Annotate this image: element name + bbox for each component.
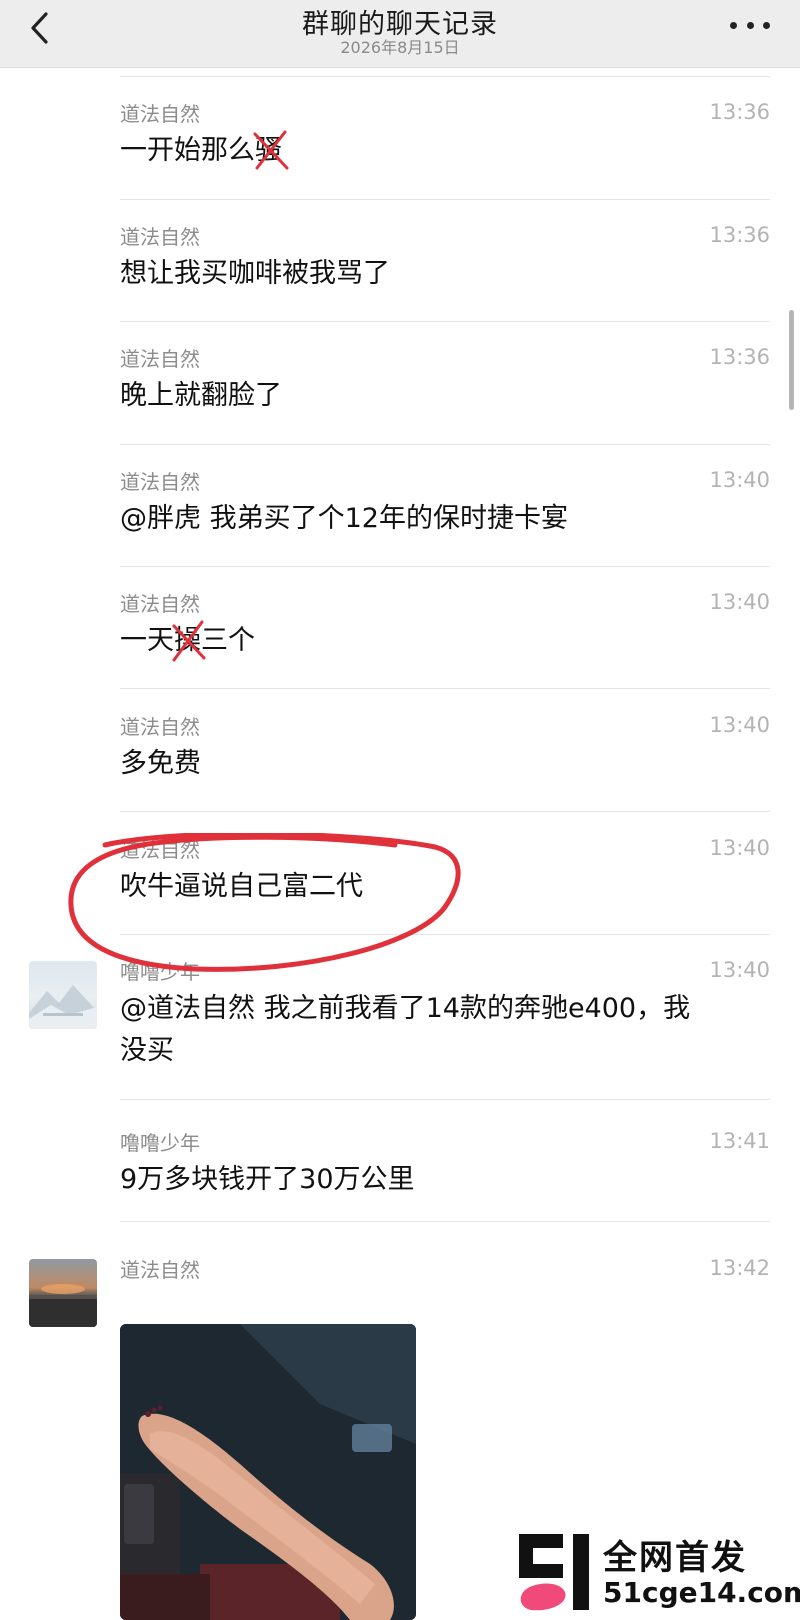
sender-name: 道法自然 — [120, 102, 200, 126]
message-text: 多免费 — [120, 748, 201, 779]
message-text: 吹牛逼说自己富二代 — [120, 871, 363, 902]
sender-name: 道法自然 — [120, 470, 200, 494]
more-dots-icon — [730, 21, 737, 29]
more-button[interactable] — [730, 10, 770, 40]
message-time: 13:36 — [709, 223, 770, 247]
watermark-title: 全网首发 — [603, 1538, 747, 1578]
avatar[interactable] — [29, 961, 97, 1029]
message-text: @胖虎 我弟买了个12年的保时捷卡宴 — [120, 503, 568, 534]
message-text: 一开始那么骚 — [120, 130, 760, 172]
sender-name: 道法自然 — [120, 347, 200, 371]
avatar[interactable] — [29, 1259, 97, 1327]
red-cross-mark — [172, 620, 206, 662]
message-time: 13:40 — [709, 713, 770, 737]
sender-name: 道法自然 — [120, 1258, 200, 1282]
car-interior-photo — [120, 1324, 416, 1620]
sender-name: 道法自然 — [120, 838, 200, 862]
sender-name: 道法自然 — [120, 225, 200, 249]
message-time: 13:36 — [709, 100, 770, 124]
message-time: 13:40 — [709, 836, 770, 860]
struck-word: 操 — [172, 620, 206, 662]
message-time: 13:40 — [709, 468, 770, 492]
message-text: 晚上就翻脸了 — [120, 380, 282, 411]
sender-name: 噜噜少年 — [120, 960, 200, 984]
message-time: 13:40 — [709, 958, 770, 982]
scrollbar[interactable] — [789, 310, 794, 410]
struck-word: 骚 — [253, 130, 289, 172]
sender-name: 噜噜少年 — [120, 1131, 200, 1155]
sender-name: 道法自然 — [120, 592, 200, 616]
message-time: 13:40 — [709, 590, 770, 614]
watermark-url: 51cge14.com — [603, 1576, 800, 1609]
red-cross-mark — [253, 130, 289, 170]
chat-header: 群聊的聊天记录 2026年8月15日 — [0, 0, 800, 68]
image-message[interactable] — [120, 1324, 416, 1620]
mountain-avatar-icon — [29, 985, 97, 1029]
message-time: 13:41 — [709, 1129, 770, 1153]
message-time: 13:36 — [709, 345, 770, 369]
divider — [120, 76, 770, 77]
page-date: 2026年8月15日 — [340, 38, 460, 57]
sunset-avatar-icon — [29, 1284, 97, 1327]
message-text: @道法自然 我之前我看了14款的奔驰e400，我 没买 — [120, 993, 691, 1066]
message-text: 想让我买咖啡被我骂了 — [120, 258, 390, 289]
watermark-logo — [519, 1534, 589, 1611]
sender-name: 道法自然 — [120, 715, 200, 739]
message-text: 9万多块钱开了30万公里 — [120, 1164, 415, 1195]
message-time: 13:42 — [709, 1256, 770, 1280]
watermark: 全网首发 51cge14.com — [515, 1530, 800, 1614]
message-text: 一天操 三个 — [120, 620, 760, 662]
